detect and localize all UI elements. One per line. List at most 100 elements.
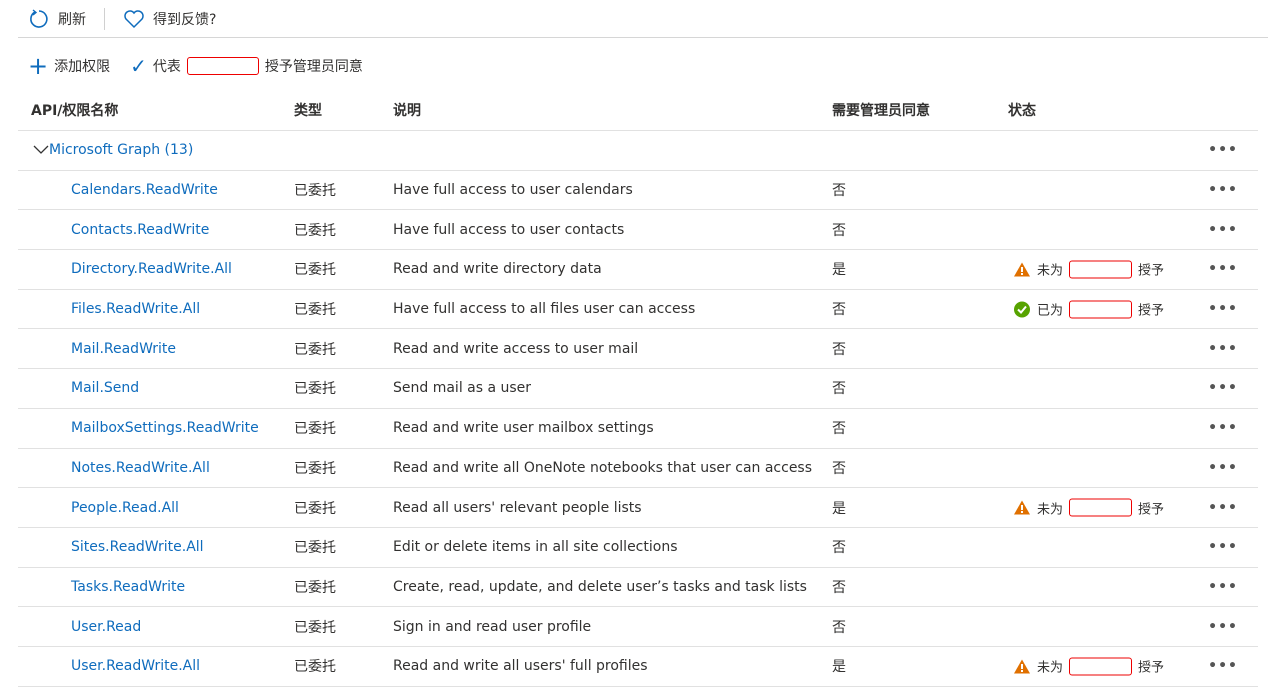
more-icon[interactable]: ••• <box>1208 380 1238 396</box>
admin-consent-required: 否 <box>832 183 846 200</box>
status-text: 未为 <box>1037 660 1064 676</box>
permission-link[interactable]: Tasks.ReadWrite <box>71 579 185 595</box>
description: Read and write user mailbox settings <box>393 420 654 437</box>
table-row: Contacts.ReadWrite 已委托 Have full access … <box>18 210 1258 251</box>
permission-link[interactable]: Mail.Send <box>71 380 139 396</box>
status-suffix: 授予 <box>1138 263 1165 279</box>
warning-icon <box>1014 262 1030 277</box>
status: 未为 授予 <box>1013 498 1164 517</box>
description: Send mail as a user <box>393 380 532 397</box>
description: Read all users' relevant people lists <box>393 499 642 516</box>
table-row: Tasks.ReadWrite 已委托 Create, read, update… <box>18 568 1258 608</box>
permission-link[interactable]: Calendars.ReadWrite <box>71 182 218 198</box>
permission-link[interactable]: Contacts.ReadWrite <box>71 222 209 238</box>
description: Read and write access to user mail <box>393 340 639 357</box>
status: 已为 授予 <box>1013 300 1164 319</box>
table-row: Files.ReadWrite.All 已委托 Have full access… <box>18 290 1258 330</box>
refresh-button[interactable]: 刷新 <box>18 8 96 30</box>
table-row: Sites.ReadWrite.All 已委托 Edit or delete i… <box>18 528 1258 568</box>
description: Have full access to all files user can a… <box>393 301 696 318</box>
add-permission-label: 添加权限 <box>54 59 111 75</box>
group-label[interactable]: Microsoft Graph (13) <box>49 142 193 158</box>
type: 已委托 <box>294 341 336 358</box>
admin-consent-required: 是 <box>832 262 846 279</box>
more-icon[interactable]: ••• <box>1208 460 1238 476</box>
status-suffix: 授予 <box>1138 660 1165 676</box>
type: 已委托 <box>294 381 336 398</box>
more-icon[interactable]: ••• <box>1208 341 1238 357</box>
permission-link[interactable]: Mail.ReadWrite <box>71 341 176 357</box>
permission-link[interactable]: Files.ReadWrite.All <box>71 301 200 317</box>
permission-link[interactable]: Notes.ReadWrite.All <box>71 460 210 476</box>
more-icon[interactable]: ••• <box>1208 142 1238 158</box>
permission-link[interactable]: User.Read <box>71 619 141 635</box>
check-icon: ✓ <box>130 54 147 78</box>
admin-consent-required: 否 <box>832 540 846 557</box>
warning-icon <box>1014 500 1030 515</box>
col-type: 类型 <box>294 102 322 119</box>
more-icon[interactable]: ••• <box>1208 222 1238 238</box>
status-suffix: 授予 <box>1138 502 1165 518</box>
permission-link[interactable]: Sites.ReadWrite.All <box>71 539 204 555</box>
type: 已委托 <box>294 183 336 200</box>
feedback-button[interactable]: 得到反馈? <box>113 9 226 29</box>
permission-link[interactable]: Directory.ReadWrite.All <box>71 261 232 277</box>
divider <box>104 7 105 30</box>
heart-icon <box>124 9 144 28</box>
description: Have full access to user calendars <box>393 182 633 199</box>
type: 已委托 <box>294 579 336 596</box>
refresh-icon <box>30 8 48 28</box>
more-icon[interactable]: ••• <box>1208 579 1238 595</box>
admin-consent-required: 否 <box>832 302 846 319</box>
status-text: 未为 <box>1037 263 1064 279</box>
add-permission-button[interactable]: + 添加权限 <box>18 54 120 78</box>
table-row: People.Read.All 已委托 Read all users' rele… <box>18 488 1258 528</box>
table-row: Mail.Send 已委托 Send mail as a user 否 ••• <box>18 369 1258 409</box>
toolbar: 刷新 得到反馈? <box>18 0 1268 38</box>
description: Read and write all OneNote notebooks tha… <box>393 459 813 476</box>
status-suffix: 授予 <box>1138 303 1165 319</box>
group-toggle[interactable]: Microsoft Graph (13) <box>33 142 193 158</box>
description: Edit or delete items in all site collect… <box>393 539 678 556</box>
status-text: 未为 <box>1037 502 1064 518</box>
more-icon[interactable]: ••• <box>1208 420 1238 436</box>
permission-link[interactable]: MailboxSettings.ReadWrite <box>71 420 259 436</box>
admin-consent-required: 否 <box>832 222 846 239</box>
type: 已委托 <box>294 460 336 477</box>
type: 已委托 <box>294 540 336 557</box>
grant-suffix: 授予管理员同意 <box>264 59 363 75</box>
description: Create, read, update, and delete user’s … <box>393 578 807 595</box>
group-row: Microsoft Graph (13) ••• <box>18 131 1258 171</box>
col-name: API/权限名称 <box>31 102 119 119</box>
redacted-tenant <box>186 57 259 75</box>
admin-consent-required: 否 <box>832 341 846 358</box>
grant-admin-consent-button[interactable]: ✓ 代表 授予管理员同意 <box>120 54 373 78</box>
permissions-table: API/权限名称 类型 说明 需要管理员同意 状态 Microsoft Grap… <box>18 89 1258 687</box>
plus-icon: + <box>28 52 49 80</box>
type: 已委托 <box>294 222 336 239</box>
description: Have full access to user contacts <box>393 221 625 238</box>
admin-consent-required: 否 <box>832 579 846 596</box>
more-icon[interactable]: ••• <box>1208 539 1238 555</box>
redacted-tenant <box>1069 498 1133 517</box>
more-icon[interactable]: ••• <box>1208 658 1238 674</box>
permission-link[interactable]: People.Read.All <box>71 500 179 516</box>
table-row: Notes.ReadWrite.All 已委托 Read and write a… <box>18 449 1258 489</box>
permission-link[interactable]: User.ReadWrite.All <box>71 658 200 674</box>
col-desc: 说明 <box>393 102 421 119</box>
type: 已委托 <box>294 659 336 676</box>
status: 未为 授予 <box>1013 657 1164 676</box>
table-row: Mail.ReadWrite 已委托 Read and write access… <box>18 329 1258 370</box>
type: 已委托 <box>294 262 336 279</box>
status: 未为 授予 <box>1013 260 1164 279</box>
more-icon[interactable]: ••• <box>1208 261 1238 277</box>
admin-consent-required: 是 <box>832 659 846 676</box>
more-icon[interactable]: ••• <box>1208 182 1238 198</box>
type: 已委托 <box>294 619 336 636</box>
more-icon[interactable]: ••• <box>1208 619 1238 635</box>
refresh-label: 刷新 <box>58 11 86 28</box>
chevron-down-icon <box>33 145 49 155</box>
more-icon[interactable]: ••• <box>1208 500 1238 516</box>
more-icon[interactable]: ••• <box>1208 301 1238 317</box>
admin-consent-required: 否 <box>832 460 846 477</box>
